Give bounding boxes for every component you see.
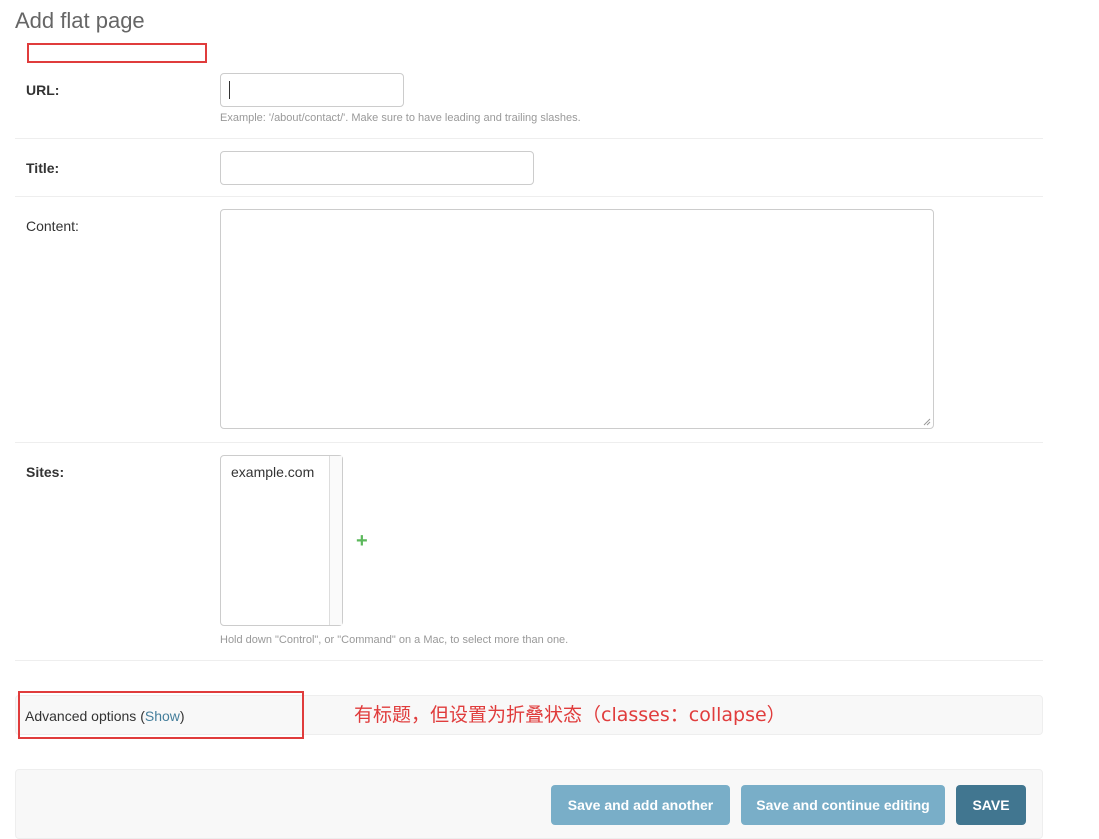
save-and-continue-button[interactable]: Save and continue editing bbox=[741, 785, 945, 825]
row-divider bbox=[15, 660, 1043, 661]
text-caret bbox=[229, 81, 230, 99]
save-and-add-another-button[interactable]: Save and add another bbox=[551, 785, 730, 825]
advanced-annotation-box bbox=[18, 691, 304, 739]
select-scrollbar[interactable] bbox=[329, 456, 342, 625]
content-textarea[interactable] bbox=[220, 209, 934, 429]
title-input[interactable] bbox=[220, 151, 534, 185]
add-site-icon[interactable]: + bbox=[356, 531, 368, 551]
url-input[interactable] bbox=[220, 73, 404, 107]
row-divider bbox=[15, 442, 1043, 443]
sites-label: Sites: bbox=[26, 464, 65, 480]
row-divider bbox=[15, 138, 1043, 139]
content-label: Content: bbox=[26, 218, 79, 234]
title-label: Title: bbox=[26, 160, 60, 176]
save-button[interactable]: SAVE bbox=[956, 785, 1026, 825]
title-annotation-box bbox=[27, 43, 207, 63]
resize-grip-icon[interactable] bbox=[923, 418, 931, 426]
sites-option[interactable]: example.com bbox=[231, 464, 314, 480]
sites-help-text: Hold down "Control", or "Command" on a M… bbox=[220, 634, 569, 646]
annotation-note: 有标题，但设置为折叠状态（classes：collapse） bbox=[354, 704, 786, 726]
sites-multiselect[interactable]: example.com bbox=[220, 455, 343, 626]
url-help-text: Example: '/about/contact/'. Make sure to… bbox=[220, 112, 581, 124]
page-title: Add flat page bbox=[15, 8, 145, 33]
url-label: URL: bbox=[26, 82, 60, 98]
row-divider bbox=[15, 196, 1043, 197]
